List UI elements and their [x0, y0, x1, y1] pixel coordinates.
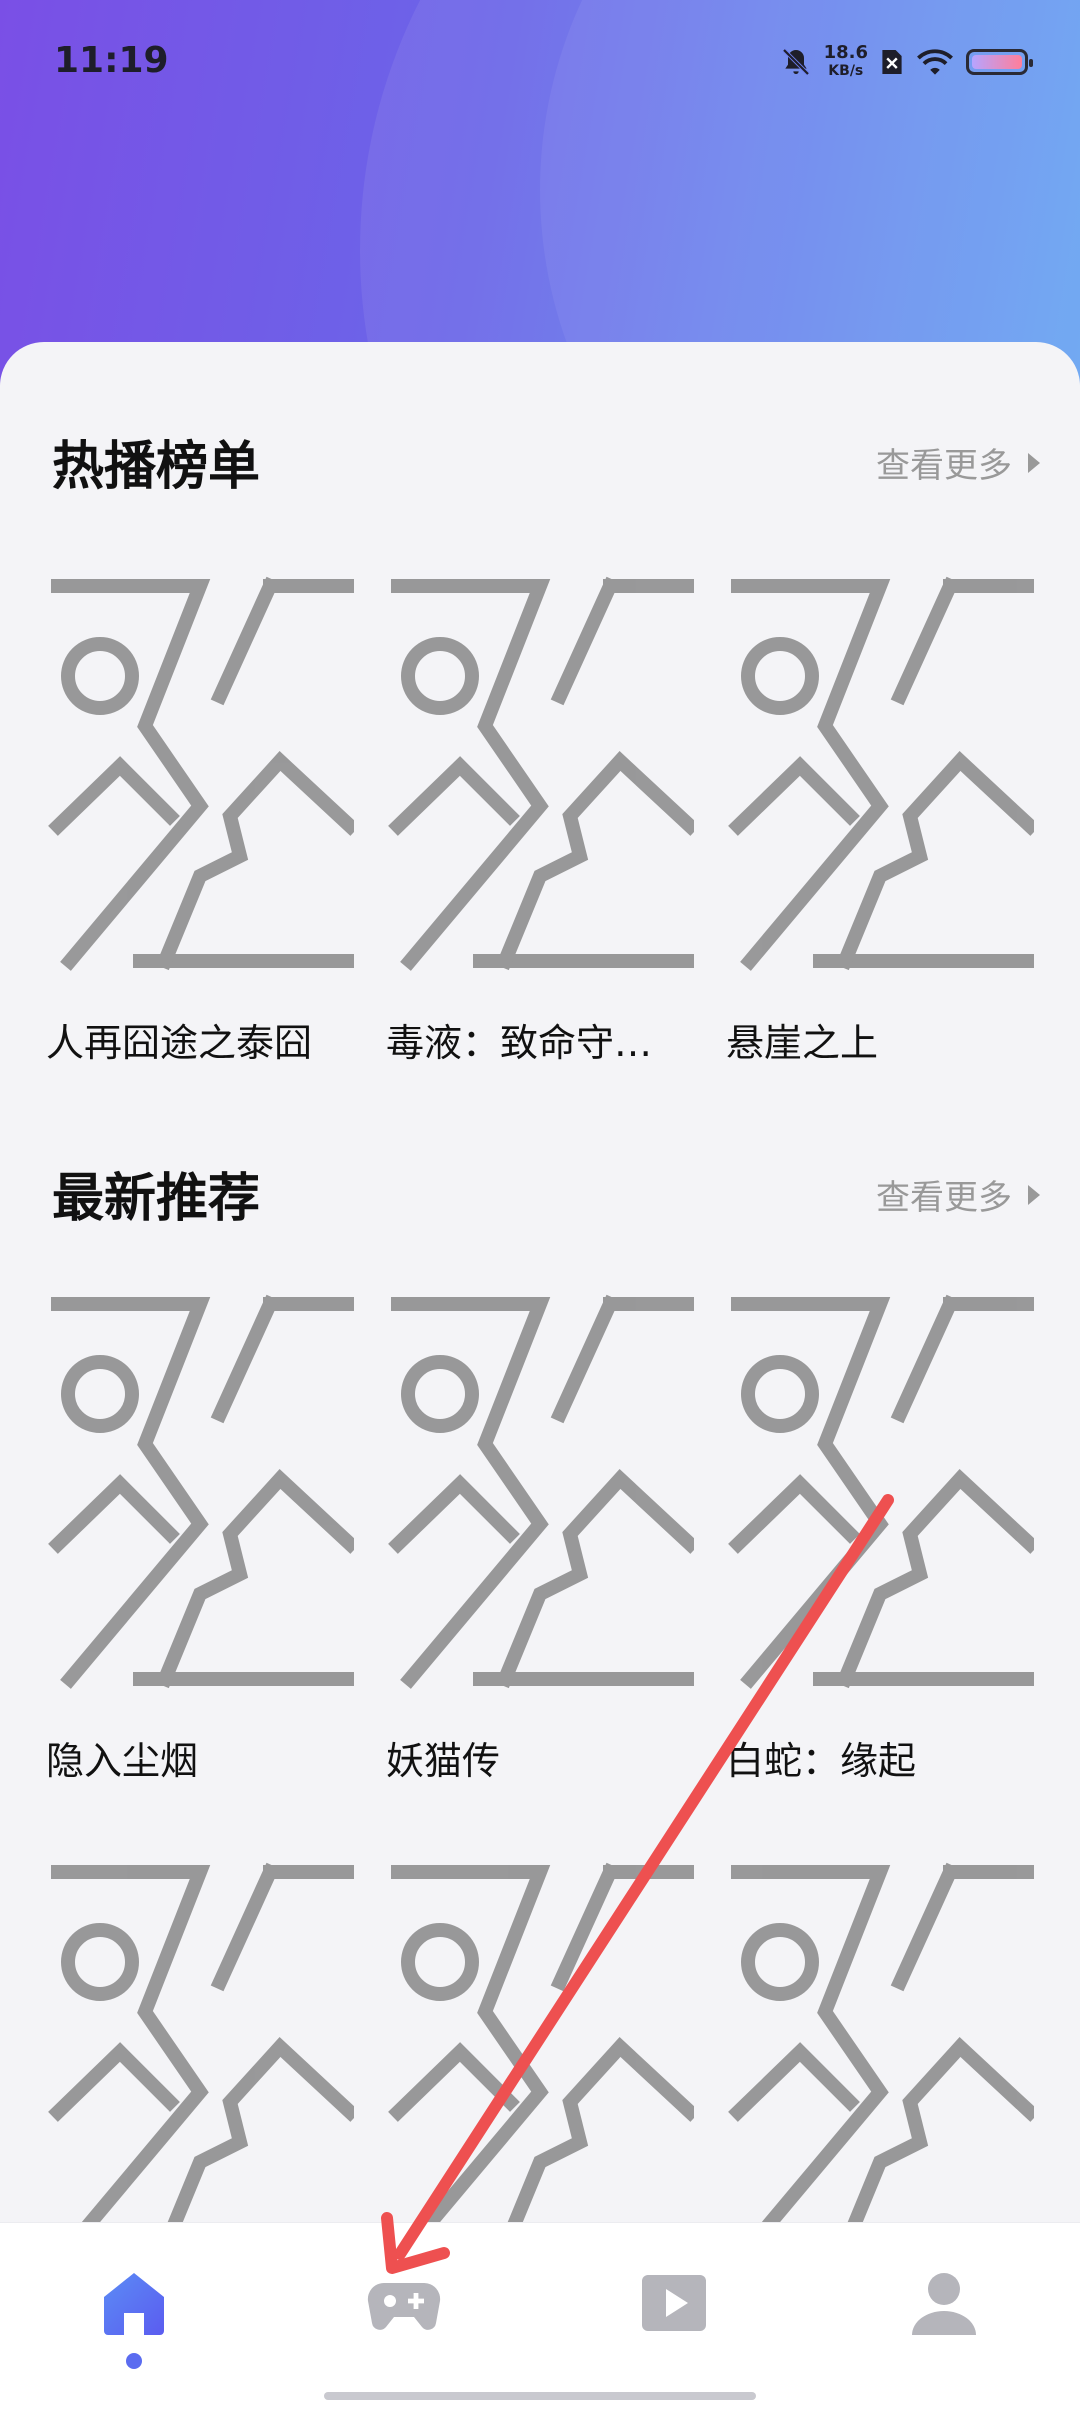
home-icon: [104, 2273, 164, 2335]
movie-title: 悬崖之上: [726, 1021, 879, 1065]
placeholder-image-icon: [726, 576, 1034, 976]
home-indicator: [324, 2392, 756, 2400]
net-speed: 18.6 KB/s: [823, 42, 868, 80]
movie-tile[interactable]: 毒液：致命守…: [386, 576, 694, 1067]
placeholder-image-icon: [46, 576, 354, 976]
section-title: 最新推荐: [52, 1156, 260, 1239]
movie-title: 人再囧途之泰囧: [46, 1021, 313, 1065]
movie-tile[interactable]: [386, 1862, 694, 2262]
section-title: 热播榜单: [52, 424, 260, 507]
placeholder-image-icon: [726, 1294, 1034, 1694]
movie-tile[interactable]: [726, 1862, 1034, 2262]
movie-title: 隐入尘烟: [46, 1739, 199, 1783]
wifi-icon: [917, 49, 953, 75]
tab-games[interactable]: [364, 2263, 444, 2343]
chevron-right-icon: [1028, 452, 1040, 473]
sim-card-icon: [882, 50, 902, 74]
movie-tile[interactable]: 悬崖之上: [726, 576, 1034, 1067]
game-controller-icon: [367, 2282, 441, 2330]
placeholder-image-icon: [386, 1294, 694, 1694]
movie-title: 妖猫传: [386, 1739, 501, 1783]
bottom-tab-bar: [0, 2222, 1080, 2409]
tab-home[interactable]: [94, 2263, 174, 2343]
placeholder-image-icon: [386, 576, 694, 976]
status-time: 11:19: [54, 40, 169, 81]
video-play-icon: [642, 2275, 706, 2331]
placeholder-image-icon: [386, 1862, 694, 2262]
active-tab-indicator: [126, 2353, 142, 2369]
movie-tile[interactable]: 人再囧途之泰囧: [46, 576, 354, 1067]
tab-video[interactable]: [634, 2263, 714, 2343]
battery-icon: [966, 49, 1033, 75]
status-bar: 11:19 18.6 KB/s: [0, 0, 1080, 126]
movie-tile[interactable]: 妖猫传: [386, 1294, 694, 1785]
placeholder-image-icon: [46, 1862, 354, 2262]
movie-tile[interactable]: 白蛇：缘起: [726, 1294, 1034, 1785]
bell-muted-icon: [782, 48, 809, 76]
movie-tile[interactable]: 隐入尘烟: [46, 1294, 354, 1785]
placeholder-image-icon: [46, 1294, 354, 1694]
movie-title: 毒液：致命守…: [386, 1021, 653, 1065]
movie-tile[interactable]: [46, 1862, 354, 2262]
movie-title: 白蛇：缘起: [726, 1739, 917, 1783]
view-more-link[interactable]: 查看更多: [876, 1170, 1040, 1219]
view-more-link[interactable]: 查看更多: [876, 438, 1040, 487]
tab-profile[interactable]: [904, 2263, 984, 2343]
chevron-right-icon: [1028, 1184, 1040, 1205]
placeholder-image-icon: [726, 1862, 1034, 2262]
profile-icon: [912, 2273, 976, 2335]
